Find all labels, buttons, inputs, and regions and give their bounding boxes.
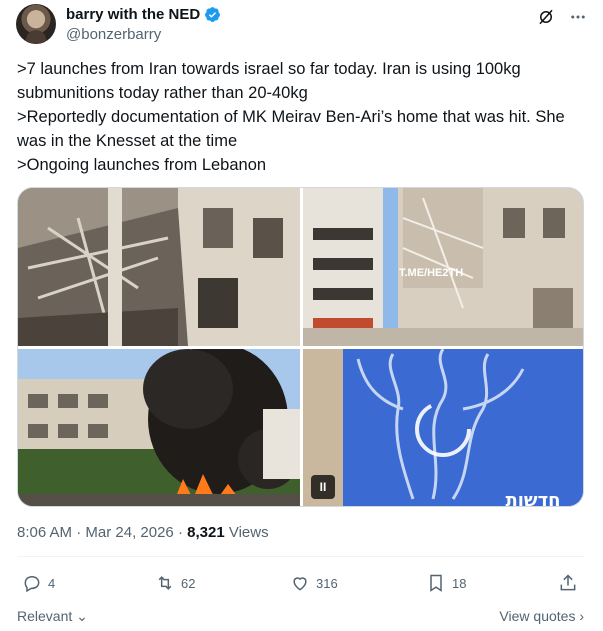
author-display-name[interactable]: barry with the NED bbox=[66, 6, 200, 23]
more-icon[interactable] bbox=[569, 8, 587, 26]
media-watermark: T.ME/HE2TH bbox=[399, 267, 463, 279]
pause-icon: II bbox=[319, 480, 327, 494]
views-label: Views bbox=[228, 524, 269, 541]
reply-count: 4 bbox=[48, 575, 56, 591]
like-button[interactable]: 316 bbox=[290, 573, 338, 593]
avatar[interactable] bbox=[16, 4, 56, 44]
repost-icon bbox=[158, 576, 172, 590]
bookmark-count: 18 bbox=[452, 575, 467, 591]
meta-separator: · bbox=[76, 524, 82, 541]
media-photo-building-facade[interactable]: T.ME/HE2TH bbox=[303, 188, 583, 346]
share-button[interactable] bbox=[558, 573, 578, 593]
media-grid: T.ME/HE2TH חדשות II bbox=[17, 187, 584, 507]
chevron-right-icon: › bbox=[575, 608, 584, 624]
tweet-meta: 8:06 AM · Mar 24, 2026 · 8,321 Views bbox=[17, 524, 269, 541]
tweet-header: barry with the NED @bonzerbarry bbox=[16, 4, 587, 44]
reply-button[interactable]: 4 bbox=[22, 573, 55, 593]
tweet-line: >7 launches from Iran towards israel so … bbox=[17, 60, 521, 102]
video-overlay-text: חדשות bbox=[505, 490, 560, 507]
action-bar: 4 62 316 18 bbox=[22, 573, 582, 599]
view-quotes-label: View quotes bbox=[499, 608, 576, 624]
media-video-interceptions[interactable]: חדשות II bbox=[303, 349, 583, 507]
divider bbox=[17, 556, 584, 557]
sort-label: Relevant bbox=[17, 608, 73, 624]
tweet-line: >Ongoing launches from Lebanon bbox=[17, 156, 267, 174]
grok-icon[interactable] bbox=[537, 8, 555, 26]
share-icon bbox=[560, 574, 576, 591]
repost-button[interactable]: 62 bbox=[155, 573, 195, 593]
tweet-line: >Reportedly documentation of MK Meirav B… bbox=[17, 108, 565, 150]
reply-icon bbox=[24, 575, 40, 593]
repost-count: 62 bbox=[181, 575, 196, 591]
author-block: barry with the NED @bonzerbarry bbox=[66, 4, 221, 43]
views-count: 8,321 bbox=[187, 524, 225, 541]
meta-separator: · bbox=[177, 524, 183, 541]
like-count: 316 bbox=[316, 575, 338, 591]
verified-badge-icon bbox=[205, 6, 221, 22]
bookmark-icon bbox=[430, 574, 442, 592]
media-photo-damaged-building[interactable] bbox=[18, 188, 300, 346]
tweet-date[interactable]: Mar 24, 2026 bbox=[85, 524, 173, 541]
sort-dropdown[interactable]: Relevant ⌄ bbox=[17, 608, 88, 625]
bookmark-button[interactable]: 18 bbox=[426, 573, 466, 593]
media-photo-fire[interactable] bbox=[18, 349, 300, 506]
tweet-time[interactable]: 8:06 AM bbox=[17, 524, 72, 541]
author-handle[interactable]: @bonzerbarry bbox=[66, 26, 221, 43]
view-quotes-link[interactable]: View quotes › bbox=[499, 608, 584, 624]
tweet-text: >7 launches from Iran towards israel so … bbox=[17, 57, 577, 177]
heart-icon bbox=[293, 577, 307, 591]
chevron-down-icon: ⌄ bbox=[72, 608, 88, 624]
pause-button[interactable]: II bbox=[311, 475, 335, 499]
